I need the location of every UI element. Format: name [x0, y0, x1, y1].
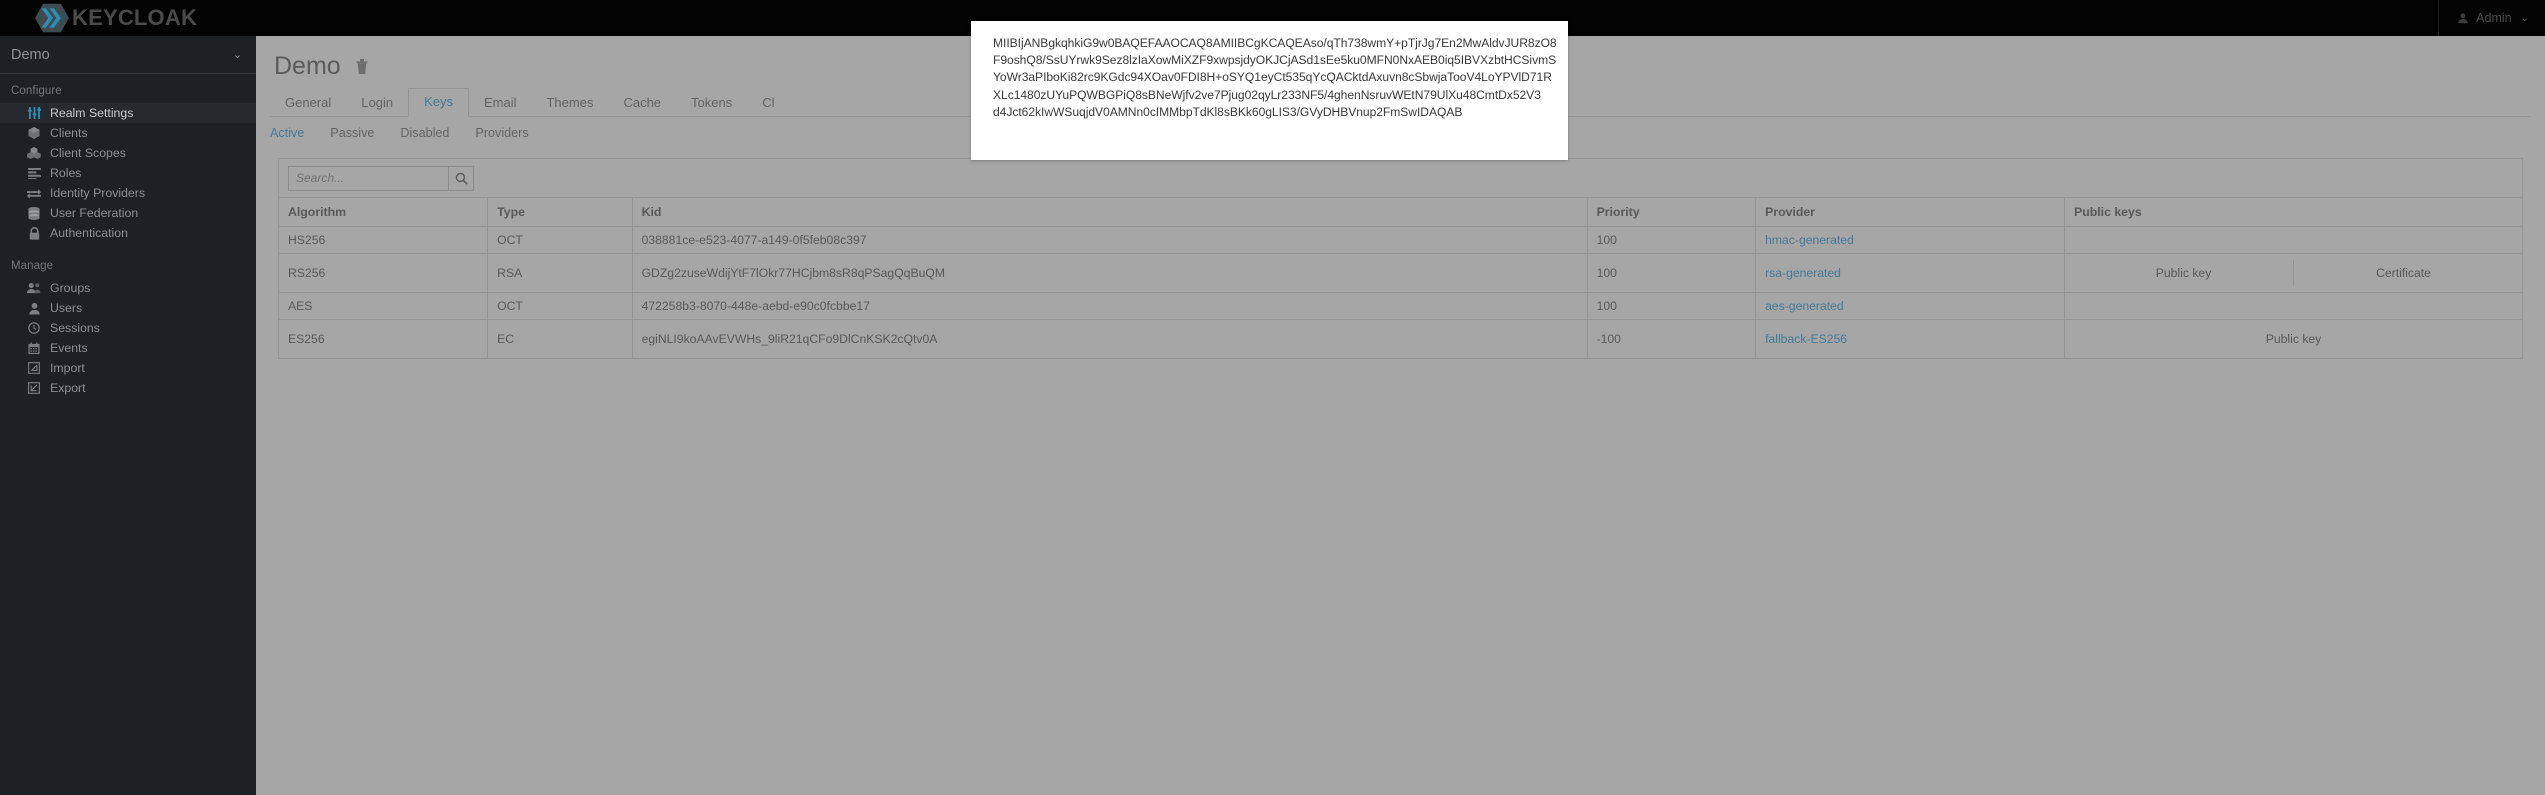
nav-group-title-configure: Configure — [11, 85, 62, 97]
import-arrow-icon — [26, 361, 42, 375]
list-icon — [26, 166, 42, 180]
users-group-icon — [26, 281, 42, 295]
calendar-icon — [26, 341, 42, 355]
keycloak-logo-icon — [35, 3, 69, 33]
database-icon — [26, 206, 42, 220]
sidebar-item-label: Clients — [50, 126, 88, 140]
clock-icon — [26, 321, 42, 335]
lock-icon — [26, 226, 42, 240]
keycloak-admin-console: KEYCLOAK Admin ⌄ Demo ⌄ Configure Realm … — [0, 0, 2545, 795]
exchange-arrows-icon — [26, 186, 42, 200]
public-key-line: MIIBIjANBgkqhkiG9w0BAQEFAAOCAQ8AMIIBCgKC… — [993, 36, 1557, 50]
sidebar-item-roles[interactable]: Roles — [0, 163, 256, 183]
sidebar-item-authentication[interactable]: Authentication — [0, 223, 256, 243]
user-menu-label: Admin — [2476, 11, 2512, 25]
realm-selector[interactable]: Demo ⌄ — [0, 36, 256, 74]
sidebar-item-export[interactable]: Export — [0, 378, 256, 398]
chevron-down-icon: ⌄ — [2520, 12, 2529, 24]
public-key-line: F9oshQ8/SsUYrwk9Sez8lzIaXowMiXZF9xwpsjdy… — [993, 53, 1557, 68]
sidebar-item-import[interactable]: Import — [0, 358, 256, 378]
nav-group-title-manage: Manage — [11, 260, 54, 272]
sidebar-item-clients[interactable]: Clients — [0, 123, 256, 143]
sidebar-item-label: Roles — [50, 166, 82, 180]
user-icon — [26, 301, 42, 315]
sidebar-item-label: Sessions — [50, 321, 100, 335]
sidebar-item-label: Client Scopes — [50, 146, 126, 160]
sidebar-item-sessions[interactable]: Sessions — [0, 318, 256, 338]
public-key-line: XLc1480zUYuPQWBGPiQ8sBNeWjfv2ve7Pjug02qy… — [993, 87, 1541, 102]
export-arrow-icon — [26, 381, 42, 395]
sidebar-item-label: User Federation — [50, 206, 139, 220]
sidebar-item-realm-settings[interactable]: Realm Settings — [0, 103, 256, 123]
sidebar-item-label: Users — [50, 301, 83, 315]
sliders-icon — [26, 106, 42, 120]
sidebar-item-identity-providers[interactable]: Identity Providers — [0, 183, 256, 203]
public-key-line: d4Jct62kIwWSuqjdV0AMNn0cIMMbpTdKl8sBKk60… — [993, 104, 1463, 119]
sidebar-item-label: Import — [50, 361, 85, 375]
brand-text: KEYCLOAK — [72, 5, 198, 30]
sidebar-item-label: Identity Providers — [50, 186, 146, 200]
user-menu[interactable]: Admin ⌄ — [2438, 0, 2545, 36]
brand[interactable]: KEYCLOAK — [0, 0, 197, 36]
cube-icon — [26, 126, 42, 140]
sidebar-item-client-scopes[interactable]: Client Scopes — [0, 143, 256, 163]
sidebar-item-label: Export — [50, 381, 86, 395]
public-key-line: YoWr3aPIboKi82rc9KGdc94XOav0FDI8H+oSYQ1e… — [993, 70, 1552, 85]
sidebar-item-groups[interactable]: Groups — [0, 278, 256, 298]
public-key-popover: MIIBIjANBgkqhkiG9w0BAQEFAAOCAQ8AMIIBCgKC… — [971, 21, 1568, 160]
sidebar-item-label: Events — [50, 341, 88, 355]
sidebar-item-label: Authentication — [50, 226, 128, 240]
sidebar-item-label: Realm Settings — [50, 106, 134, 120]
sidebar-item-user-federation[interactable]: User Federation — [0, 203, 256, 223]
sidebar-item-events[interactable]: Events — [0, 338, 256, 358]
user-icon — [2458, 13, 2468, 24]
cubes-icon — [26, 146, 42, 160]
sidebar-item-label: Groups — [50, 281, 91, 295]
sidebar: Demo ⌄ Configure Realm Settings Clients … — [0, 36, 256, 795]
realm-selector-label: Demo — [11, 46, 50, 63]
chevron-down-icon: ⌄ — [232, 49, 242, 61]
sidebar-item-users[interactable]: Users — [0, 298, 256, 318]
